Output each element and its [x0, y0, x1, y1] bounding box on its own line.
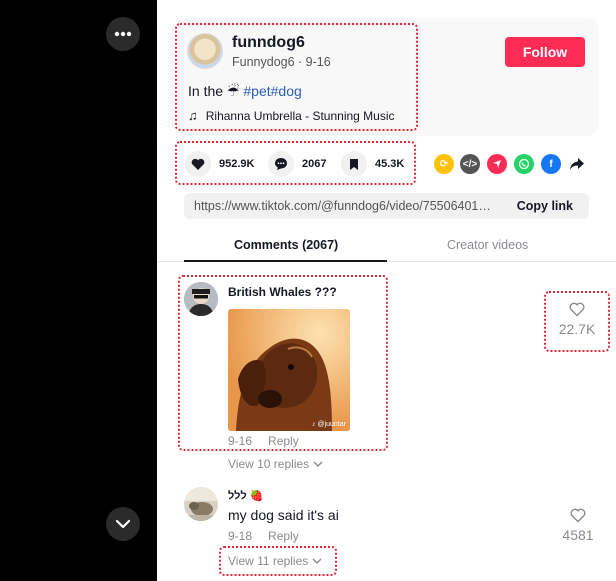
commenter-avatar[interactable]: [184, 282, 218, 316]
view-replies-button[interactable]: View 10 replies: [228, 457, 323, 471]
tab-creator-videos[interactable]: Creator videos: [447, 238, 528, 252]
like-stat[interactable]: 952.9K: [185, 151, 254, 177]
gif-credit: ♪ @juuntar: [312, 421, 346, 428]
tabs-bar: Comments (2067) Creator videos: [157, 228, 616, 262]
umbrella-emoji: ☔: [226, 83, 240, 99]
comment-count: 2067: [302, 158, 327, 170]
video-caption: In the ☔ #pet#dog: [188, 83, 302, 100]
like-count: 952.9K: [219, 158, 255, 170]
comment-like-count: 22.7K: [558, 321, 596, 337]
music-title: Rihanna Umbrella - Stunning Music: [205, 108, 395, 123]
comment-like-count: 4581: [562, 527, 594, 543]
active-tab-indicator: [184, 260, 387, 262]
author-avatar[interactable]: [187, 33, 223, 69]
more-options-button[interactable]: [106, 17, 140, 51]
comment-like-button[interactable]: 22.7K: [544, 291, 610, 352]
comment-icon: [268, 151, 294, 177]
commenter-name[interactable]: British Whales ???: [228, 285, 337, 299]
view-replies-label: View 11 replies: [228, 554, 309, 568]
follow-button[interactable]: Follow: [505, 37, 585, 67]
chevron-down-icon: [312, 558, 322, 564]
bookmark-icon: [341, 151, 367, 177]
comment-meta: 9-16 Reply: [228, 434, 299, 448]
chevron-down-icon: [115, 519, 131, 529]
heart-outline-icon: [569, 302, 585, 317]
more-icon: [114, 31, 132, 37]
reply-button[interactable]: Reply: [268, 434, 299, 448]
view-replies-button[interactable]: View 11 replies: [219, 546, 337, 576]
commenter-avatar[interactable]: [184, 487, 218, 521]
send-icon[interactable]: [487, 154, 507, 174]
author-name[interactable]: funndog6: [232, 34, 305, 52]
save-count: 45.3K: [375, 158, 405, 170]
caption-text: In the: [188, 83, 224, 99]
hashtag-link[interactable]: #pet#dog: [243, 83, 301, 99]
facebook-icon[interactable]: f: [541, 154, 561, 174]
comment-gif[interactable]: ♪ @juuntar: [228, 309, 350, 431]
embed-icon[interactable]: </>: [460, 154, 480, 174]
share-arrow-icon[interactable]: [567, 154, 587, 174]
author-handle-date: Funnydog6 · 9-16: [232, 55, 331, 69]
comment-date: 9-16: [228, 434, 253, 448]
tab-comments[interactable]: Comments (2067): [234, 238, 338, 252]
share-url[interactable]: https://www.tiktok.com/@funndog6/video/7…: [194, 199, 494, 213]
dog-image: [228, 309, 350, 431]
copy-link-button[interactable]: Copy link: [517, 199, 573, 213]
commenter-name[interactable]: ללל 🍓: [228, 489, 263, 502]
repost-icon[interactable]: ⟳: [434, 154, 454, 174]
next-video-button[interactable]: [106, 507, 140, 541]
comment-meta: 9-18 Reply: [228, 529, 299, 543]
heart-outline-icon: [570, 508, 586, 523]
video-pane: [0, 0, 157, 581]
comment-date: 9-18: [228, 529, 253, 543]
comment-text: my dog said it's ai: [228, 507, 339, 523]
reply-button[interactable]: Reply: [268, 529, 299, 543]
save-stat[interactable]: 45.3K: [341, 151, 404, 177]
heart-icon: [185, 151, 211, 177]
comment-stat[interactable]: 2067: [268, 151, 326, 177]
comment-like-button[interactable]: 4581: [555, 508, 601, 543]
whatsapp-icon[interactable]: [514, 154, 534, 174]
share-url-bar: https://www.tiktok.com/@funndog6/video/7…: [184, 193, 589, 219]
detail-pane: funndog6 Funnydog6 · 9-16 In the ☔ #pet#…: [157, 0, 616, 581]
music-link[interactable]: ♫ Rihanna Umbrella - Stunning Music: [188, 108, 395, 123]
chevron-down-icon: [313, 461, 323, 467]
view-replies-label: View 10 replies: [228, 457, 310, 471]
music-note-icon: ♫: [188, 108, 198, 123]
